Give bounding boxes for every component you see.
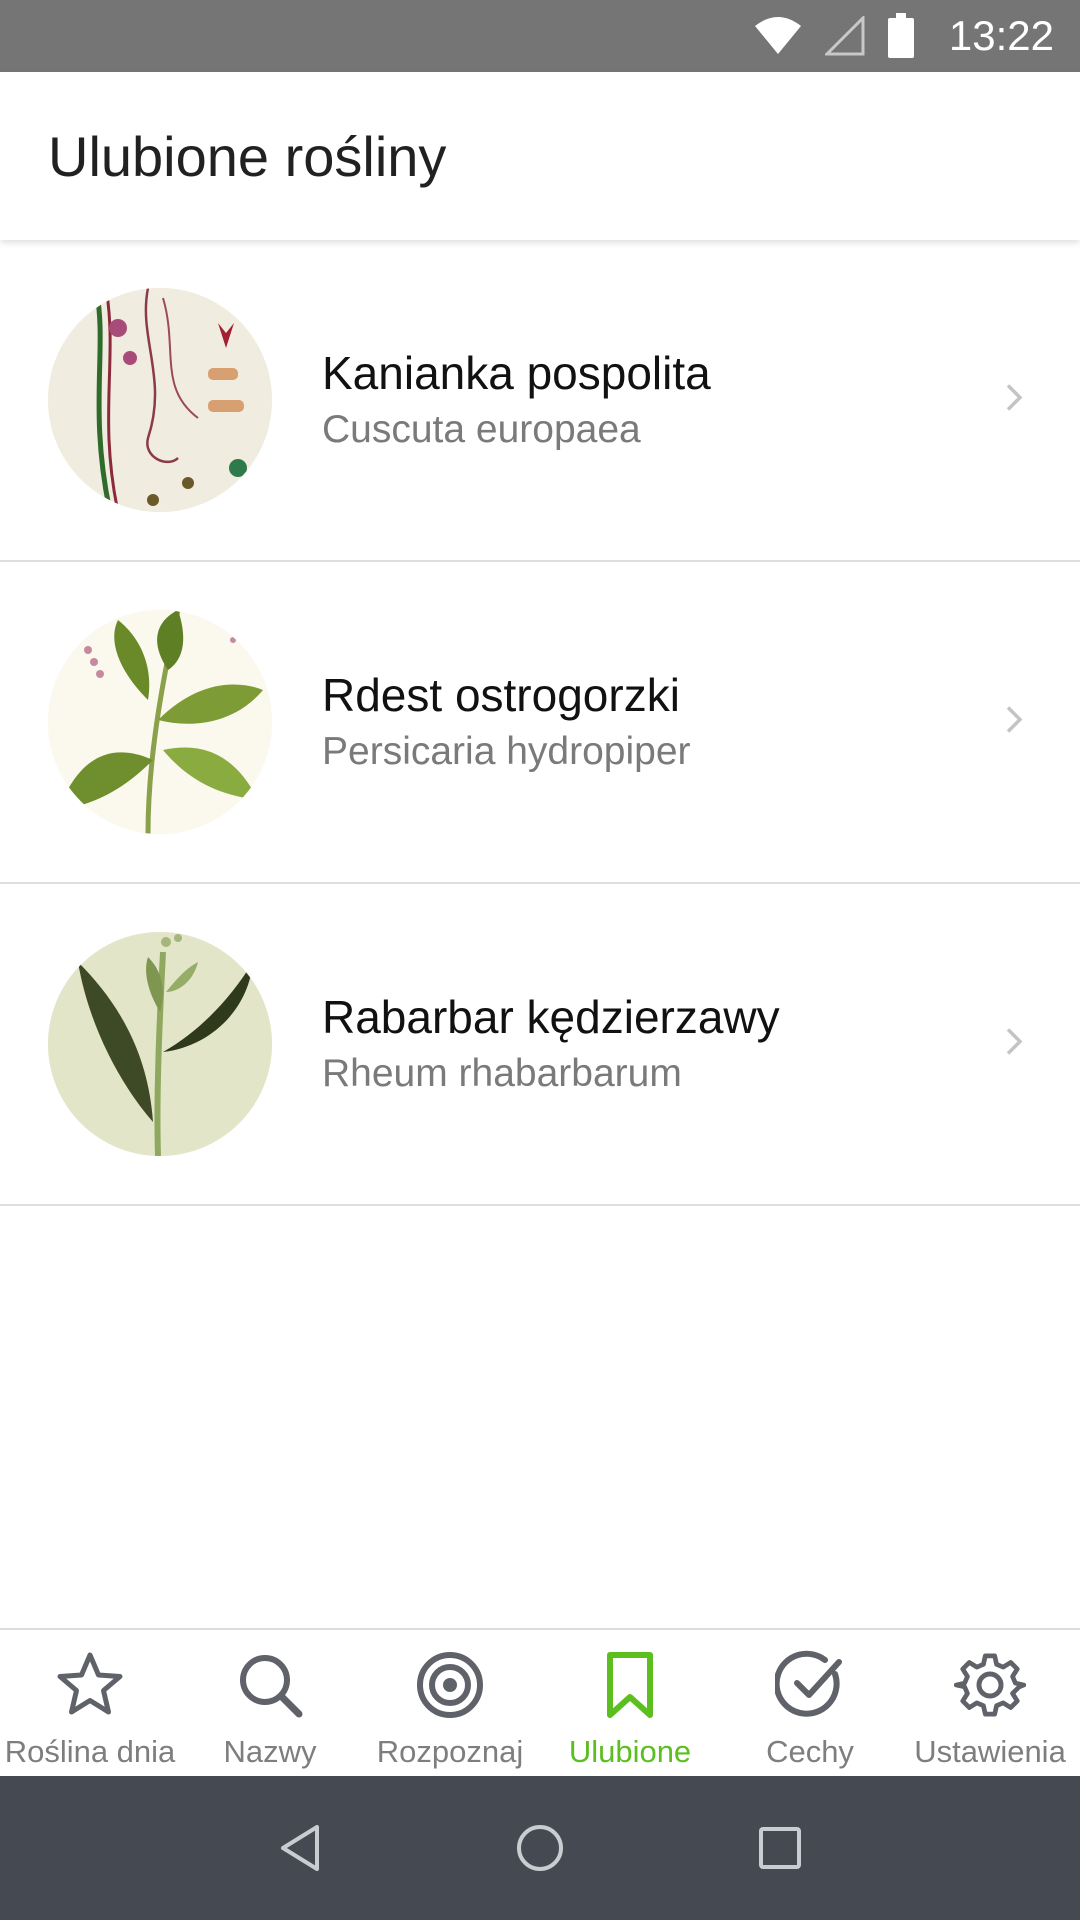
chevron-right-icon	[1004, 705, 1024, 740]
status-bar: 13:22	[0, 0, 1080, 72]
plant-names: Kanianka pospolita Cuscuta europaea	[322, 344, 711, 456]
target-icon	[415, 1646, 485, 1724]
nav-label: Cechy	[766, 1734, 854, 1769]
cellular-signal-icon	[824, 16, 865, 56]
app-header: Ulubione rośliny	[0, 72, 1080, 240]
favorites-list: Kanianka pospolita Cuscuta europaea Rdes…	[0, 240, 1080, 1206]
nav-label: Nazwy	[223, 1734, 317, 1769]
status-time: 13:22	[948, 12, 1054, 59]
wifi-icon	[753, 16, 803, 56]
nav-item-cechy[interactable]: Cechy	[720, 1630, 900, 1776]
search-icon	[235, 1646, 305, 1724]
home-icon[interactable]	[495, 1803, 585, 1893]
nav-label: Ulubione	[568, 1734, 692, 1769]
nav-label: Ustawienia	[914, 1734, 1066, 1769]
plant-latin-name: Cuscuta europaea	[322, 408, 641, 451]
plant-common-name: Kanianka pospolita	[322, 347, 711, 399]
nav-label: Roślina dnia	[4, 1734, 176, 1769]
favorite-list-item[interactable]: Rabarbar kędzierzawy Rheum rhabarbarum	[0, 884, 1080, 1206]
system-navigation-bar	[0, 1776, 1080, 1920]
plant-latin-name: Persicaria hydropiper	[322, 730, 691, 773]
recents-icon[interactable]	[735, 1803, 825, 1893]
nav-item-ulubione[interactable]: Ulubione	[540, 1630, 720, 1776]
plant-names: Rdest ostrogorzki Persicaria hydropiper	[322, 666, 691, 778]
battery-icon	[887, 13, 915, 59]
nav-item-rozpoznaj[interactable]: Rozpoznaj	[360, 1630, 540, 1776]
plant-thumbnail	[48, 610, 272, 834]
page-title: Ulubione rośliny	[48, 124, 447, 188]
plant-thumbnail	[48, 288, 272, 512]
plant-latin-name: Rheum rhabarbarum	[322, 1052, 682, 1095]
nav-label: Rozpoznaj	[376, 1734, 524, 1769]
nav-item-roslina-dnia[interactable]: Roślina dnia	[0, 1630, 180, 1776]
bottom-navigation: Roślina dnia Nazwy Rozpoznaj Ulubione Ce…	[0, 1628, 1080, 1776]
plant-common-name: Rdest ostrogorzki	[322, 669, 680, 721]
chevron-right-icon	[1004, 383, 1024, 418]
star-icon	[55, 1646, 125, 1724]
plant-names: Rabarbar kędzierzawy Rheum rhabarbarum	[322, 988, 780, 1100]
favorite-list-item[interactable]: Kanianka pospolita Cuscuta europaea	[0, 240, 1080, 562]
nav-item-ustawienia[interactable]: Ustawienia	[900, 1630, 1080, 1776]
chevron-right-icon	[1004, 1027, 1024, 1062]
plant-thumbnail	[48, 932, 272, 1156]
bookmark-icon	[595, 1646, 665, 1724]
check-circle-icon	[775, 1646, 845, 1724]
nav-item-nazwy[interactable]: Nazwy	[180, 1630, 360, 1776]
favorite-list-item[interactable]: Rdest ostrogorzki Persicaria hydropiper	[0, 562, 1080, 884]
plant-common-name: Rabarbar kędzierzawy	[322, 991, 780, 1043]
gear-icon	[954, 1646, 1026, 1724]
back-icon[interactable]	[255, 1803, 345, 1893]
